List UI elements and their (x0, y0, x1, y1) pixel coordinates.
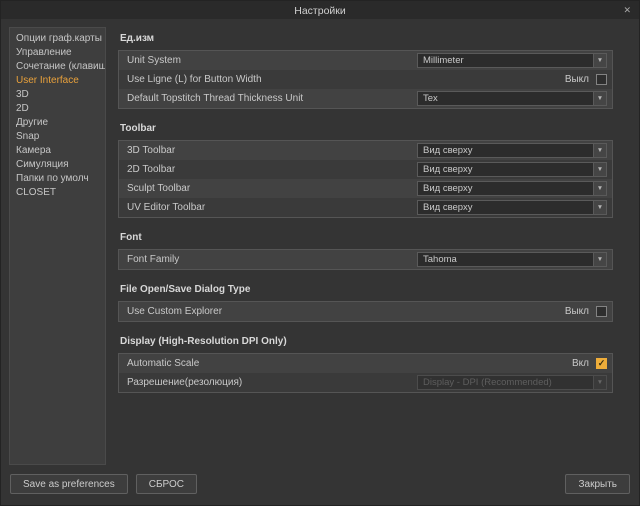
chevron-down-icon: ▼ (593, 201, 606, 214)
select-value: Tahoma (418, 253, 593, 266)
settings-row-resolution: Разрешение(резолюция) Display - DPI (Rec… (119, 373, 612, 392)
row-label: Use Ligne (L) for Button Width (124, 74, 565, 85)
unit-system-select[interactable]: Millimeter ▼ (417, 53, 607, 68)
close-icon[interactable]: ✕ (623, 1, 631, 19)
select-value: Вид сверху (418, 163, 593, 176)
chevron-down-icon: ▼ (593, 376, 606, 389)
settings-row-font-family: Font Family Tahoma ▼ (119, 250, 612, 269)
section-title-units: Ед.изм (120, 33, 613, 44)
select-value: Tex (418, 92, 593, 105)
topstitch-unit-select[interactable]: Tex ▼ (417, 91, 607, 106)
sidebar-item-closet[interactable]: CLOSET (10, 186, 105, 200)
titlebar: Настройки ✕ (1, 1, 639, 19)
settings-dialog: Настройки ✕ Опции граф.карты Управление … (0, 0, 640, 506)
checkbox-state-label: Вкл (572, 358, 589, 369)
settings-row-topstitch-unit: Default Topstitch Thread Thickness Unit … (119, 89, 612, 108)
section-title-toolbar: Toolbar (120, 123, 613, 134)
settings-row-sculpt-toolbar: Sculpt Toolbar Вид сверху ▼ (119, 179, 612, 198)
group-file-dialog: Use Custom Explorer Выкл (118, 301, 613, 322)
checkbox-state-label: Выкл (565, 306, 589, 317)
close-button[interactable]: Закрыть (565, 474, 630, 494)
group-font: Font Family Tahoma ▼ (118, 249, 613, 270)
sidebar-item-gpu-options[interactable]: Опции граф.карты (10, 32, 105, 46)
row-label: Sculpt Toolbar (124, 183, 417, 194)
settings-row-custom-explorer: Use Custom Explorer Выкл (119, 302, 612, 321)
settings-row-automatic-scale: Automatic Scale Вкл ✓ (119, 354, 612, 373)
reset-button[interactable]: СБРОС (136, 474, 197, 494)
select-value: Вид сверху (418, 201, 593, 214)
settings-row-3d-toolbar: 3D Toolbar Вид сверху ▼ (119, 141, 612, 160)
settings-row-ligne: Use Ligne (L) for Button Width Выкл (119, 70, 612, 89)
sidebar-item-controls[interactable]: Управление (10, 46, 105, 60)
row-label: Разрешение(резолюция) (124, 377, 417, 388)
row-label: Use Custom Explorer (124, 306, 565, 317)
toolbar-2d-select[interactable]: Вид сверху ▼ (417, 162, 607, 177)
row-label: UV Editor Toolbar (124, 202, 417, 213)
settings-row-uv-editor-toolbar: UV Editor Toolbar Вид сверху ▼ (119, 198, 612, 217)
checkbox-state-label: Выкл (565, 74, 589, 85)
uv-editor-toolbar-select[interactable]: Вид сверху ▼ (417, 200, 607, 215)
toolbar-3d-select[interactable]: Вид сверху ▼ (417, 143, 607, 158)
sidebar: Опции граф.карты Управление Сочетание (к… (9, 27, 106, 465)
row-label: Default Topstitch Thread Thickness Unit (124, 93, 417, 104)
check-icon: ✓ (598, 359, 606, 368)
sidebar-item-simulation[interactable]: Симуляция (10, 158, 105, 172)
sidebar-item-other[interactable]: Другие (10, 116, 105, 130)
sculpt-toolbar-select[interactable]: Вид сверху ▼ (417, 181, 607, 196)
dialog-footer: Save as preferences СБРОС Закрыть (1, 469, 639, 505)
sidebar-item-default-folders[interactable]: Папки по умолч (10, 172, 105, 186)
dialog-title: Настройки (294, 5, 346, 17)
chevron-down-icon: ▼ (593, 163, 606, 176)
sidebar-item-3d[interactable]: 3D (10, 88, 105, 102)
sidebar-item-2d[interactable]: 2D (10, 102, 105, 116)
chevron-down-icon: ▼ (593, 144, 606, 157)
settings-content: Ед.изм Unit System Millimeter ▼ Use Lign… (116, 27, 631, 465)
chevron-down-icon: ▼ (593, 92, 606, 105)
font-family-select[interactable]: Tahoma ▼ (417, 252, 607, 267)
section-title-display: Display (High-Resolution DPI Only) (120, 336, 613, 347)
group-display: Automatic Scale Вкл ✓ Разрешение(резолюц… (118, 353, 613, 393)
sidebar-item-snap[interactable]: Snap (10, 130, 105, 144)
row-label: Font Family (124, 254, 417, 265)
save-as-preferences-button[interactable]: Save as preferences (10, 474, 128, 494)
section-title-font: Font (120, 232, 613, 243)
chevron-down-icon: ▼ (593, 182, 606, 195)
settings-row-unit-system: Unit System Millimeter ▼ (119, 51, 612, 70)
group-toolbar: 3D Toolbar Вид сверху ▼ 2D Toolbar Вид с… (118, 140, 613, 218)
sidebar-item-camera[interactable]: Камера (10, 144, 105, 158)
select-value: Display - DPI (Recommended) (418, 376, 593, 389)
custom-explorer-checkbox[interactable] (596, 306, 607, 317)
sidebar-item-shortcuts[interactable]: Сочетание (клавиш) (10, 60, 105, 74)
settings-row-2d-toolbar: 2D Toolbar Вид сверху ▼ (119, 160, 612, 179)
select-value: Вид сверху (418, 182, 593, 195)
resolution-select: Display - DPI (Recommended) ▼ (417, 375, 607, 390)
automatic-scale-checkbox[interactable]: ✓ (596, 358, 607, 369)
select-value: Вид сверху (418, 144, 593, 157)
ligne-checkbox[interactable] (596, 74, 607, 85)
chevron-down-icon: ▼ (593, 253, 606, 266)
row-label: Unit System (124, 55, 417, 66)
select-value: Millimeter (418, 54, 593, 67)
row-label: 2D Toolbar (124, 164, 417, 175)
sidebar-item-user-interface[interactable]: User Interface (10, 74, 105, 88)
dialog-body: Опции граф.карты Управление Сочетание (к… (1, 19, 639, 469)
section-title-file-dialog: File Open/Save Dialog Type (120, 284, 613, 295)
row-label: Automatic Scale (124, 358, 572, 369)
chevron-down-icon: ▼ (593, 54, 606, 67)
row-label: 3D Toolbar (124, 145, 417, 156)
group-units: Unit System Millimeter ▼ Use Ligne (L) f… (118, 50, 613, 109)
